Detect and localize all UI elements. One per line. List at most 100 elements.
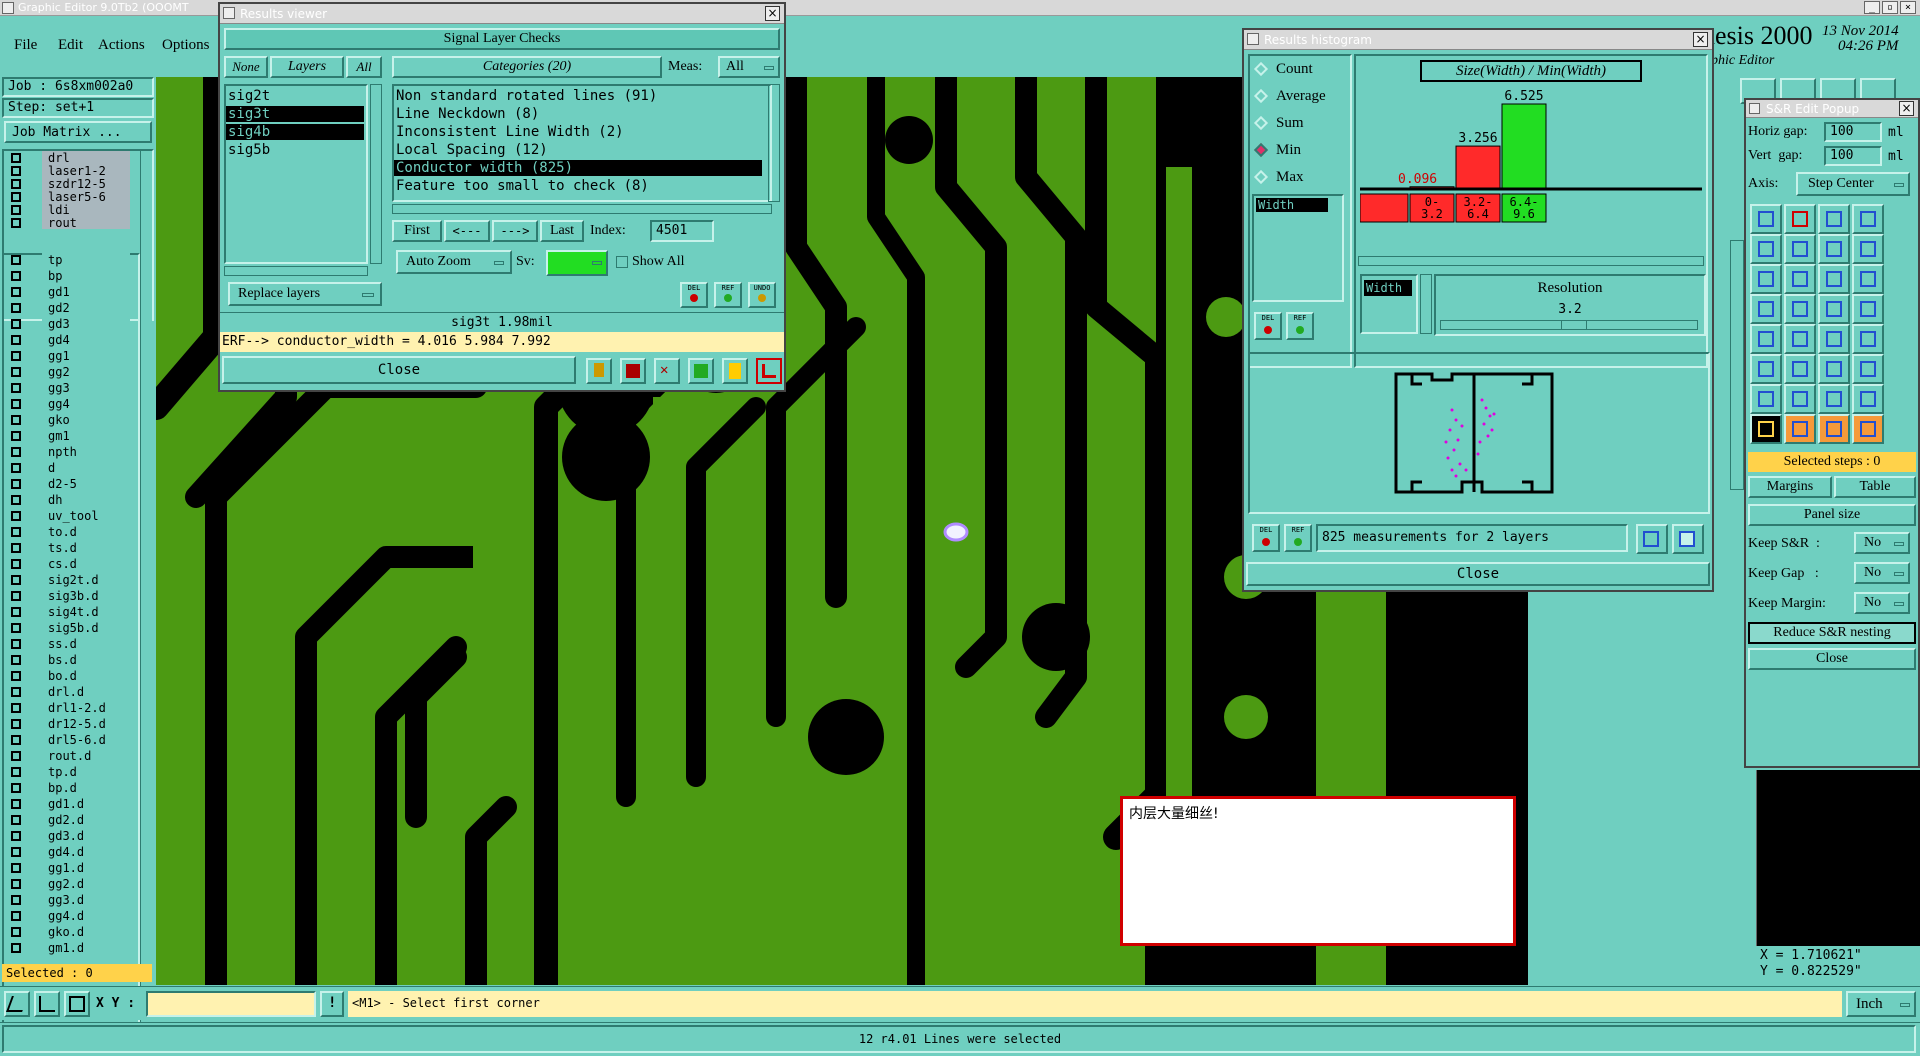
histogram-titlebar[interactable]: Results histogram: [1244, 30, 1712, 50]
layer-checkbox[interactable]: [11, 751, 21, 761]
layer-row[interactable]: laser1-2: [8, 164, 130, 178]
layer-checkbox[interactable]: [11, 895, 21, 905]
layer-row[interactable]: laser5-6: [8, 190, 130, 204]
results-viewer-titlebar[interactable]: Results viewer: [220, 4, 784, 24]
layer-row[interactable]: dr12-5.d: [8, 717, 130, 731]
keep-margin-dropdown[interactable]: No: [1854, 592, 1910, 614]
close-icon[interactable]: ×: [765, 6, 780, 21]
layer-checkbox[interactable]: [11, 671, 21, 681]
xy-input[interactable]: [146, 991, 316, 1017]
layer-checkbox[interactable]: [11, 911, 21, 921]
layer-row[interactable]: gg1: [8, 349, 130, 363]
zoom-area-icon[interactable]: [1672, 524, 1704, 554]
shrink-all-icon[interactable]: [1852, 384, 1884, 414]
layer-row[interactable]: gg3.d: [8, 893, 130, 907]
cluster-icon[interactable]: [1818, 324, 1850, 354]
close-button[interactable]: Close: [1246, 562, 1710, 586]
layer-checkbox[interactable]: [11, 495, 21, 505]
layer-row[interactable]: ss.d: [8, 637, 130, 651]
layer-row[interactable]: gd2.d: [8, 813, 130, 827]
layer-checkbox[interactable]: [11, 735, 21, 745]
layer-checkbox[interactable]: [11, 153, 21, 163]
layer-checkbox[interactable]: [11, 218, 21, 228]
align-edge-icon[interactable]: [1852, 264, 1884, 294]
categories-button[interactable]: Categories (20): [392, 56, 662, 78]
layer-checkbox[interactable]: [11, 351, 21, 361]
layers-list-scrollbar[interactable]: [370, 84, 382, 264]
layer-row[interactable]: bp.d: [8, 781, 130, 795]
layer-row[interactable]: bo.d: [8, 669, 130, 683]
layer-checkbox[interactable]: [11, 863, 21, 873]
layout-red-blue-icon[interactable]: [1784, 204, 1816, 234]
layer-checkbox[interactable]: [11, 479, 21, 489]
restore-icon[interactable]: ▫: [1882, 1, 1898, 14]
resolution-slider[interactable]: [1440, 320, 1698, 330]
layer-checkbox[interactable]: [11, 511, 21, 521]
measure-icon[interactable]: [34, 991, 60, 1017]
layer-row[interactable]: ldi: [8, 203, 130, 217]
layer-checkbox[interactable]: [11, 847, 21, 857]
job-matrix-button[interactable]: Job Matrix ...: [4, 121, 152, 143]
layer-row[interactable]: gko.d: [8, 925, 130, 939]
layer-checkbox[interactable]: [11, 559, 21, 569]
layer-checkbox[interactable]: [11, 799, 21, 809]
layer-checkbox[interactable]: [11, 527, 21, 537]
radio-icon[interactable]: [1253, 115, 1269, 131]
close-button[interactable]: Close: [1748, 648, 1916, 670]
move-up-icon[interactable]: [1818, 354, 1850, 384]
layer-checkbox[interactable]: [11, 179, 21, 189]
layer-row[interactable]: ts.d: [8, 541, 130, 555]
auto-zoom-dropdown[interactable]: Auto Zoom: [396, 250, 512, 274]
layer-row[interactable]: gg3: [8, 381, 130, 395]
rotate-step-icon[interactable]: [1818, 234, 1850, 264]
layer-checkbox[interactable]: [11, 463, 21, 473]
layer-row[interactable]: gg4: [8, 397, 130, 411]
space-v-icon[interactable]: [1852, 294, 1884, 324]
layers-hscrollbar[interactable]: [224, 266, 368, 276]
table-button[interactable]: Table: [1834, 476, 1916, 498]
right-side-list[interactable]: [1730, 240, 1744, 490]
layer-checkbox[interactable]: [11, 166, 21, 176]
measure-list-item[interactable]: Width: [1256, 198, 1328, 212]
panel-size-button[interactable]: Panel size: [1748, 504, 1916, 526]
menu-actions[interactable]: Actions: [98, 37, 145, 54]
move-right-icon[interactable]: [1784, 354, 1816, 384]
layer-checkbox[interactable]: [11, 607, 21, 617]
space-even-icon[interactable]: [1818, 294, 1850, 324]
window-controls[interactable]: _ ▫ ×: [1864, 1, 1918, 15]
layout-center-icon[interactable]: [1818, 204, 1850, 234]
remove-step-icon[interactable]: [1852, 234, 1884, 264]
horiz-gap-input[interactable]: 100: [1824, 122, 1882, 142]
layer-checkbox[interactable]: [11, 591, 21, 601]
radio-icon[interactable]: [1253, 169, 1269, 185]
close-button[interactable]: Close: [222, 356, 576, 384]
undo-button[interactable]: UNDO: [748, 282, 776, 308]
menu-edit[interactable]: Edit: [58, 37, 83, 54]
layer-checkbox[interactable]: [11, 319, 21, 329]
layer-checkbox[interactable]: [11, 383, 21, 393]
layer-row[interactable]: drl: [8, 151, 130, 165]
layer-checkbox[interactable]: [11, 575, 21, 585]
axis-dropdown[interactable]: Step Center: [1796, 172, 1910, 196]
width-scrollbar[interactable]: [1420, 274, 1432, 334]
radio-checked-icon[interactable]: [1253, 142, 1269, 158]
all-button[interactable]: All: [346, 56, 382, 78]
distribute-v-icon[interactable]: [1750, 294, 1782, 324]
radio-icon[interactable]: [1253, 88, 1269, 104]
reduce-nesting-button[interactable]: Reduce S&R nesting: [1748, 622, 1916, 644]
layer-row[interactable]: gg2.d: [8, 877, 130, 891]
window-menu-icon[interactable]: [1749, 103, 1760, 114]
radio-icon[interactable]: [1253, 61, 1269, 77]
minimize-icon[interactable]: _: [1864, 1, 1880, 14]
alert-icon[interactable]: !: [320, 991, 344, 1017]
align-left-icon[interactable]: [1750, 264, 1782, 294]
layer-checkbox[interactable]: [11, 655, 21, 665]
margins-button[interactable]: Margins: [1748, 476, 1832, 498]
spread-icon[interactable]: [1784, 324, 1816, 354]
category-item[interactable]: Local Spacing (12): [394, 142, 762, 158]
layer-list-scrollbar[interactable]: [140, 151, 152, 1035]
layer-row[interactable]: npth: [8, 445, 130, 459]
layer-row[interactable]: drl.d: [8, 685, 130, 699]
layer-row[interactable]: tp.d: [8, 765, 130, 779]
result-layer-item[interactable]: sig2t: [226, 88, 364, 104]
